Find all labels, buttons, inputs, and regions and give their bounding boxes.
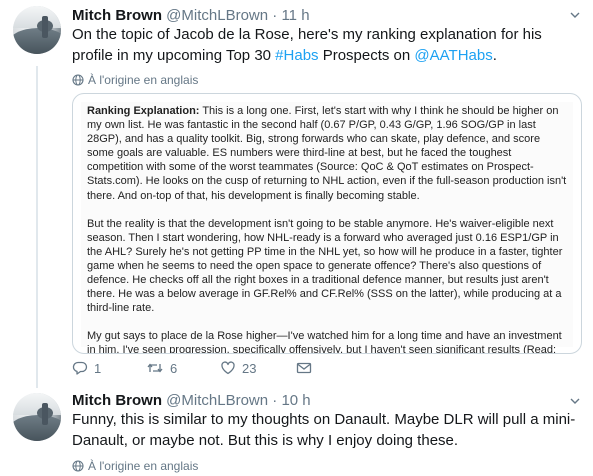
tweet-1[interactable]: Mitch Brown @MitchLBrown · 11 h On the t… bbox=[0, 0, 593, 386]
avatar[interactable] bbox=[13, 393, 61, 441]
author-name[interactable]: Mitch Brown bbox=[72, 392, 162, 409]
translation-note[interactable]: À l'origine en anglais bbox=[72, 72, 198, 88]
image-heading: Ranking Explanation: bbox=[87, 105, 200, 117]
tweet-text-part: . bbox=[492, 47, 497, 64]
image-paragraph-2: But the reality is that the development … bbox=[87, 217, 563, 315]
like-count: 23 bbox=[242, 361, 257, 376]
author-handle[interactable]: @MitchLBrown bbox=[166, 7, 268, 24]
reply-button[interactable]: 1 bbox=[72, 360, 101, 378]
separator: · bbox=[272, 7, 278, 24]
separator: · bbox=[272, 392, 278, 409]
image-paragraph-1: Ranking Explanation: This is a long one.… bbox=[87, 104, 567, 203]
author-handle[interactable]: @MitchLBrown bbox=[166, 392, 268, 409]
retweet-icon bbox=[147, 363, 163, 373]
caret-down-icon[interactable] bbox=[570, 396, 580, 406]
translation-note[interactable]: À l'origine en anglais bbox=[72, 458, 198, 474]
direct-message-icon bbox=[296, 362, 312, 374]
tweet-text: Funny, this is similar to my thoughts on… bbox=[72, 411, 576, 449]
ranking-explanation-image: Ranking Explanation: This is a long one.… bbox=[81, 102, 573, 353]
image-paragraph-1-body: This is a long one. First, let's start w… bbox=[87, 105, 567, 202]
tweet-text: On the topic of Jacob de la Rose, here's… bbox=[72, 24, 582, 66]
globe-icon bbox=[72, 74, 84, 86]
tweet-text-part: Prospects on bbox=[318, 47, 415, 64]
retweet-button[interactable]: 6 bbox=[146, 360, 177, 378]
image-paragraph-3: My gut says to place de la Rose higher—I… bbox=[87, 330, 562, 354]
direct-message-button[interactable] bbox=[296, 360, 318, 378]
like-icon bbox=[221, 361, 235, 375]
timestamp[interactable]: 10 h bbox=[281, 392, 310, 409]
tweet-header: Mitch Brown @MitchLBrown · 10 h bbox=[72, 391, 311, 411]
hashtag-link[interactable]: #Habs bbox=[275, 47, 318, 64]
caret-down-icon[interactable] bbox=[570, 10, 580, 20]
timestamp[interactable]: 11 h bbox=[281, 7, 309, 24]
mention-link[interactable]: @AATHabs bbox=[414, 47, 492, 64]
tweet-2[interactable]: Mitch Brown @MitchLBrown · 10 h Funny, t… bbox=[0, 386, 593, 476]
media-image-card[interactable]: Ranking Explanation: This is a long one.… bbox=[72, 93, 582, 354]
like-button[interactable]: 23 bbox=[220, 360, 256, 378]
retweet-count: 6 bbox=[170, 361, 178, 376]
avatar[interactable] bbox=[13, 6, 61, 54]
translation-label: À l'origine en anglais bbox=[88, 459, 199, 473]
reply-count: 1 bbox=[94, 361, 102, 376]
author-name[interactable]: Mitch Brown bbox=[72, 7, 162, 24]
reply-icon bbox=[72, 361, 88, 375]
translation-label: À l'origine en anglais bbox=[88, 73, 199, 87]
tweet-header: Mitch Brown @MitchLBrown · 11 h bbox=[72, 6, 310, 26]
globe-icon bbox=[72, 460, 84, 472]
